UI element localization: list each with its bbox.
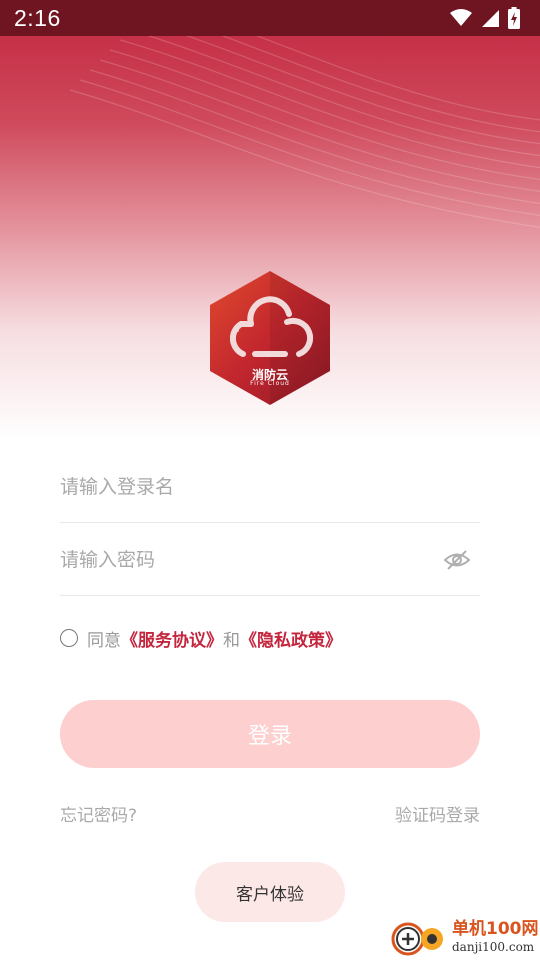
status-time: 2:16 (14, 4, 61, 31)
watermark-en: danji100.com (452, 940, 535, 954)
forgot-password-link[interactable]: 忘记密码? (60, 801, 137, 826)
app-logo: 消防云 Fire Cloud (207, 268, 333, 408)
watermark-cn: 单机100网 (452, 919, 539, 939)
wifi-icon (450, 9, 472, 26)
agree-conjunction: 和 (223, 630, 240, 651)
password-input[interactable] (60, 524, 480, 595)
password-field (60, 524, 480, 596)
eye-off-icon[interactable] (444, 549, 470, 571)
login-button[interactable]: 登录 (60, 700, 480, 768)
guest-experience-button[interactable]: 客户体验 (195, 862, 345, 922)
agreement-row: 同意 《服务协议》 和 《隐私政策》 (60, 626, 342, 651)
battery-charging-icon (508, 7, 520, 29)
logo-subtitle: Fire Cloud (250, 380, 290, 387)
hexagon-cloud-icon (210, 271, 330, 405)
username-field (60, 451, 480, 523)
sms-login-link[interactable]: 验证码登录 (395, 801, 480, 826)
signal-icon (482, 10, 499, 27)
service-agreement-link[interactable]: 《服务协议》 (121, 626, 223, 651)
agree-radio[interactable] (60, 629, 78, 647)
wave-pattern (69, 0, 540, 228)
username-input[interactable] (60, 451, 480, 522)
agree-prefix: 同意 (87, 630, 121, 651)
watermark-logo-icon (391, 922, 443, 956)
status-icons (450, 7, 520, 29)
status-bar: 2:16 (0, 0, 540, 36)
watermark: 单机100网 danji100.com (388, 914, 540, 960)
privacy-policy-link[interactable]: 《隐私政策》 (240, 626, 342, 651)
